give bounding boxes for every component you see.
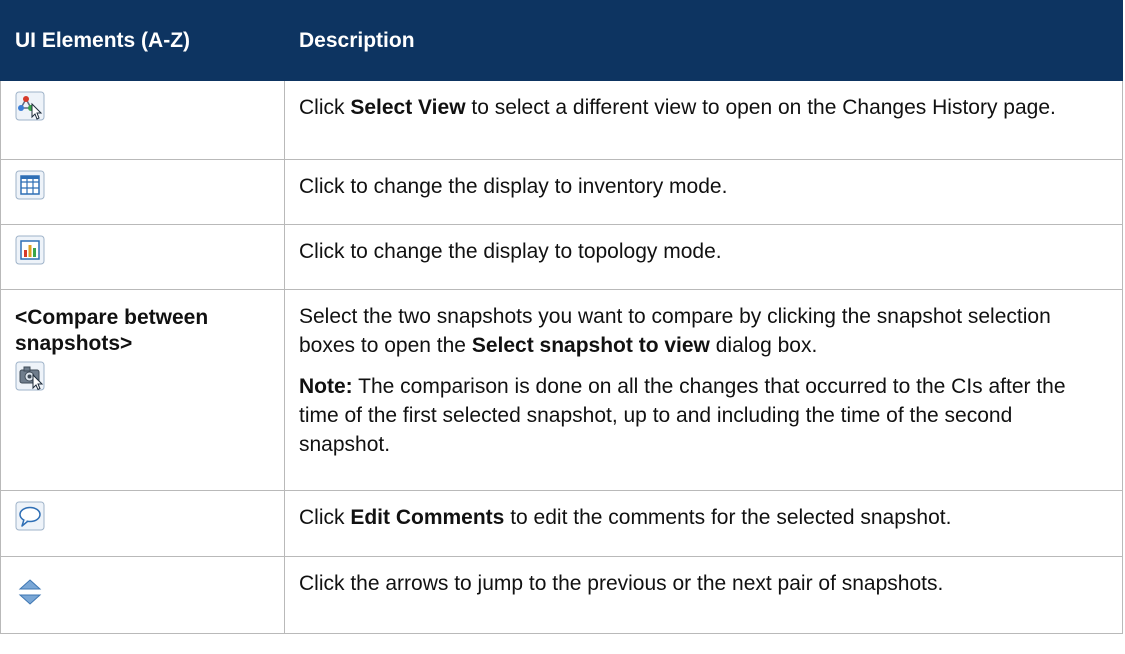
header-description: Description [284, 0, 1123, 81]
description-cell: Click to change the display to inventory… [284, 159, 1123, 225]
description-cell: Click to change the display to topology … [284, 224, 1123, 290]
ui-element-cell [0, 490, 285, 557]
header-ui-elements: UI Elements (A-Z) [0, 0, 285, 81]
ui-element-cell [0, 159, 285, 225]
up-down-arrows-icon [15, 577, 45, 607]
table-row: Click to change the display to inventory… [0, 159, 1123, 225]
ui-term: Edit Comments [350, 506, 505, 529]
ui-term: Select snapshot to view [471, 334, 710, 357]
ui-term: Select View [350, 96, 466, 119]
ui-element-cell [0, 556, 285, 634]
table-header-row: UI Elements (A-Z) Description [0, 0, 1123, 81]
description-text: Select the two snapshots you want to com… [299, 305, 1051, 357]
edit-comments-icon [15, 501, 45, 531]
ui-element-cell [0, 80, 285, 160]
compare-snapshots-icon [15, 361, 45, 391]
note-label: Note: [299, 375, 353, 398]
ui-element-cell: <Compare between snapshots> [0, 289, 285, 491]
description-cell: Select the two snapshots you want to com… [284, 289, 1123, 491]
description-text: Click Select View to select a different … [299, 96, 1056, 119]
description-text: Click to change the display to topology … [299, 240, 722, 263]
ui-elements-table: UI Elements (A-Z) Description Click Sele… [0, 0, 1123, 634]
description-cell: Click Select View to select a different … [284, 80, 1123, 160]
description-text: Click the arrows to jump to the previous… [299, 572, 944, 595]
ui-element-cell [0, 224, 285, 290]
description-cell: Click the arrows to jump to the previous… [284, 556, 1123, 634]
note-text: Note: The comparison is done on all the … [299, 375, 1066, 456]
description-text: Click Edit Comments to edit the comments… [299, 506, 952, 529]
table-row: Click to change the display to topology … [0, 224, 1123, 290]
table-row: Click Edit Comments to edit the comments… [0, 490, 1123, 557]
table-row: Click the arrows to jump to the previous… [0, 556, 1123, 634]
topology-chart-icon [15, 235, 45, 265]
inventory-grid-icon [15, 170, 45, 200]
table-row: Click Select View to select a different … [0, 80, 1123, 160]
ui-element-label: <Compare between snapshots> [15, 306, 209, 355]
description-text: Click to change the display to inventory… [299, 175, 728, 198]
description-cell: Click Edit Comments to edit the comments… [284, 490, 1123, 557]
table-row: <Compare between snapshots> Select the t… [0, 289, 1123, 491]
select-view-icon [15, 91, 45, 121]
